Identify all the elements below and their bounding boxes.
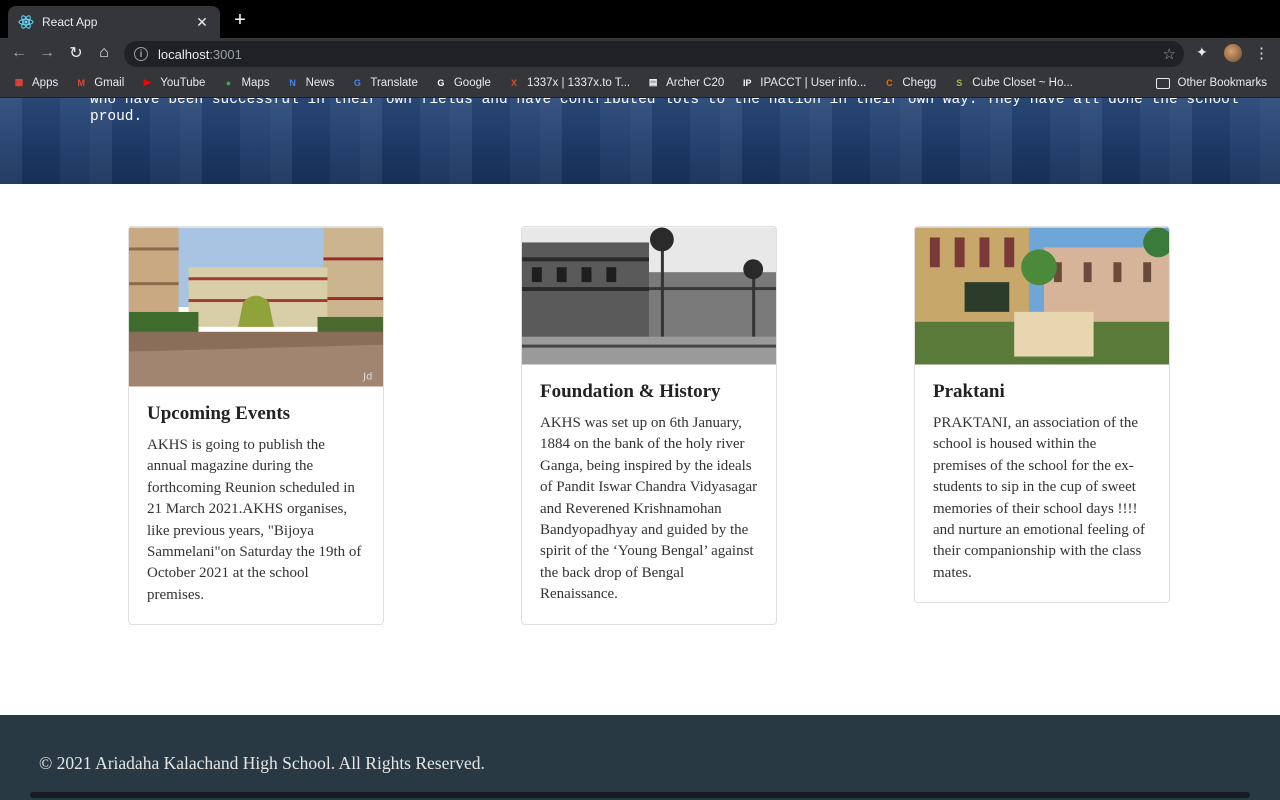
google-icon: G — [437, 77, 445, 88]
historic-building-photo — [522, 227, 776, 365]
new-tab-plus-icon[interactable]: + — [230, 10, 250, 30]
card-praktani: Praktani PRAKTANI, an association of the… — [914, 226, 1170, 604]
apps-grid-icon: ▦ — [14, 77, 24, 87]
youtube-icon: ▶ — [143, 77, 151, 87]
bookmark-item[interactable]: X 1337x | 1337x.to T... — [507, 76, 630, 90]
bookmark-label: Apps — [32, 76, 59, 89]
bookmark-item[interactable]: IP IPACCT | User info... — [740, 76, 866, 90]
back-arrow-icon[interactable]: ← — [9, 43, 29, 63]
bookmark-item[interactable]: ▶ YouTube — [140, 76, 206, 90]
card-upcoming-events: Jd Upcoming Events AKHS is going to publ… — [128, 226, 384, 626]
card-text: AKHS is going to publish the annual maga… — [147, 437, 362, 603]
tab-title: React App — [42, 15, 98, 29]
bookmark-item[interactable]: G Google — [434, 76, 491, 90]
card-title: Praktani — [933, 381, 1005, 402]
translate-icon: G — [353, 77, 361, 88]
jd-watermark: Jd — [362, 371, 372, 382]
bookmark-label: News — [305, 76, 335, 89]
extensions-puzzle-icon[interactable]: ✦ — [1196, 44, 1208, 61]
browser-tab[interactable]: React App ✕ — [8, 6, 220, 38]
bookmark-star-icon[interactable]: ☆ — [1163, 45, 1176, 63]
reload-icon[interactable]: ↻ — [66, 43, 86, 63]
browser-toolbar: ← → ↻ ⌂ i localhost:3001 ☆ — [0, 38, 1280, 68]
chegg-icon: C — [886, 77, 893, 88]
other-bookmarks-label: Other Bookmarks — [1177, 77, 1267, 89]
bookmark-label: Chegg — [902, 76, 937, 89]
router-icon: ▤ — [648, 77, 658, 87]
bookmark-label: IPACCT | User info... — [760, 76, 867, 89]
card-foundation-history: Foundation & History AKHS was set up on … — [521, 226, 777, 625]
hero-banner: who have been successful in their own fi… — [0, 98, 1280, 184]
bookmark-label: Maps — [241, 76, 270, 89]
browser-tab-strip: React App ✕ + — [0, 0, 1280, 38]
ip-icon: IP — [743, 77, 752, 88]
profile-avatar[interactable] — [1224, 44, 1242, 62]
bookmark-item[interactable]: G Translate — [350, 76, 418, 90]
forward-arrow-icon[interactable]: → — [37, 43, 57, 63]
bookmark-item[interactable]: C Chegg — [882, 76, 936, 90]
school-gate-photo — [915, 227, 1169, 365]
card-text: AKHS was set up on 6th January, 1884 on … — [540, 415, 758, 603]
home-icon[interactable]: ⌂ — [94, 43, 114, 63]
bookmarks-bar: ▦ Apps M Gmail ▶ YouTube ● Maps N News G Translate G… — [0, 68, 1280, 98]
site-info-icon[interactable]: i — [134, 47, 148, 61]
bookmark-label: Google — [453, 76, 491, 89]
shopify-icon: S — [956, 77, 963, 88]
close-tab-icon[interactable]: ✕ — [194, 14, 210, 31]
bookmark-label: Translate — [370, 76, 418, 89]
card-text: PRAKTANI, an association of the school i… — [933, 415, 1146, 581]
news-icon: N — [289, 77, 296, 88]
maps-pin-icon: ● — [225, 77, 232, 88]
bookmark-label: Gmail — [94, 76, 125, 89]
copyright-text: © 2021 Ariadaha Kalachand High School. A… — [39, 753, 485, 773]
card-body: Praktani PRAKTANI, an association of the… — [915, 365, 1169, 602]
bookmark-label: 1337x | 1337x.to T... — [526, 76, 631, 89]
folder-icon — [1155, 77, 1170, 89]
bookmark-item[interactable]: ● Maps — [221, 76, 270, 90]
address-bar[interactable]: i localhost:3001 ☆ — [124, 41, 1184, 67]
react-logo-icon — [18, 15, 34, 29]
card-body: Foundation & History AKHS was set up on … — [522, 365, 776, 624]
browser-menu-icon[interactable]: ⋮ — [1254, 44, 1269, 62]
horizontal-scrollbar[interactable] — [30, 792, 1250, 798]
gmail-icon: M — [77, 77, 85, 88]
bookmark-item[interactable]: S Cube Closet ~ Ho... — [952, 76, 1073, 90]
x-icon: X — [510, 77, 517, 88]
card-body: Upcoming Events AKHS is going to publish… — [129, 387, 383, 624]
bookmark-item[interactable]: N News — [286, 76, 335, 90]
url-port: :3001 — [209, 46, 242, 62]
bookmark-label: YouTube — [160, 76, 206, 89]
school-courtyard-photo: Jd — [129, 227, 383, 387]
bookmark-item[interactable]: ▦ Apps — [12, 76, 58, 90]
bookmark-label: Archer C20 — [666, 76, 725, 89]
site-footer: © 2021 Ariadaha Kalachand High School. A… — [0, 715, 1280, 800]
hero-text: who have been successful in their own fi… — [90, 98, 1239, 125]
card-title: Upcoming Events — [147, 403, 291, 424]
other-bookmarks[interactable]: Other Bookmarks — [1155, 68, 1267, 98]
card-title: Foundation & History — [540, 381, 721, 402]
url-host: localhost — [158, 46, 210, 62]
bookmark-label: Cube Closet ~ Ho... — [972, 76, 1073, 89]
bookmark-item[interactable]: ▤ Archer C20 — [646, 76, 724, 90]
bookmark-item[interactable]: M Gmail — [74, 76, 124, 90]
